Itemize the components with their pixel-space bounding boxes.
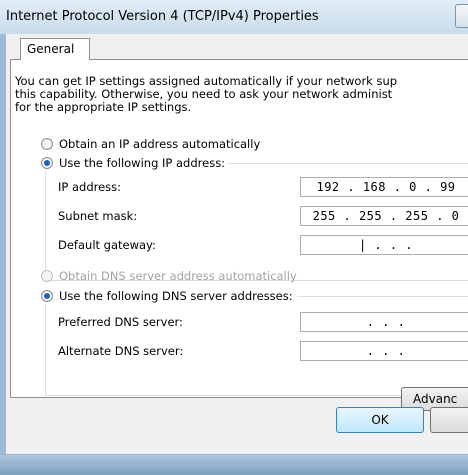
intro-text: You can get IP settings assigned automat…: [15, 75, 468, 114]
use-following-dns-option[interactable]: Use the following DNS server addresses:: [41, 288, 297, 304]
ip-address-label: IP address:: [58, 180, 122, 194]
cancel-button[interactable]: [430, 407, 468, 433]
window-title: Internet Protocol Version 4 (TCP/IPv4) P…: [6, 9, 319, 24]
use-following-ip-option[interactable]: Use the following IP address:: [41, 155, 230, 171]
dns-group-box: Preferred DNS server: . . . Alternate DN…: [45, 296, 468, 396]
default-gateway-label: Default gateway:: [58, 238, 156, 252]
default-gateway-field[interactable]: | . . .: [300, 235, 468, 255]
subnet-mask-label: Subnet mask:: [58, 209, 138, 223]
obtain-dns-auto-radio[interactable]: [41, 270, 53, 282]
use-following-ip-label: Use the following IP address:: [59, 156, 226, 170]
tab-general[interactable]: General: [20, 38, 90, 60]
ok-button[interactable]: OK: [336, 407, 424, 433]
obtain-dns-auto-option[interactable]: Obtain DNS server address automatically: [41, 268, 297, 284]
use-following-dns-radio[interactable]: [41, 290, 53, 302]
intro-line-2: this capability. Otherwise, you need to …: [15, 87, 393, 101]
preferred-dns-field[interactable]: . . .: [300, 312, 468, 332]
ip-group-box: IP address: 192 . 168 . 0 . 99 Subnet ma…: [45, 163, 468, 281]
tab-panel: You can get IP settings assigned automat…: [10, 59, 468, 411]
obtain-ip-auto-label: Obtain an IP address automatically: [59, 137, 261, 151]
taskbar-strip: [0, 455, 468, 475]
title-bar: Internet Protocol Version 4 (TCP/IPv4) P…: [0, 0, 468, 35]
obtain-dns-auto-label: Obtain DNS server address automatically: [59, 269, 297, 283]
alternate-dns-field[interactable]: . . .: [300, 341, 468, 361]
subnet-mask-field[interactable]: 255 . 255 . 255 . 0: [300, 206, 468, 226]
obtain-ip-auto-option[interactable]: Obtain an IP address automatically: [41, 136, 260, 152]
obtain-ip-auto-radio[interactable]: [41, 138, 53, 150]
dialog-body: General You can get IP settings assigned…: [5, 34, 468, 454]
use-following-dns-label: Use the following DNS server addresses:: [59, 289, 293, 303]
use-following-ip-radio[interactable]: [41, 157, 53, 169]
ip-address-field[interactable]: 192 . 168 . 0 . 99: [300, 177, 468, 197]
intro-line-3: for the appropriate IP settings.: [15, 100, 192, 114]
preferred-dns-label: Preferred DNS server:: [58, 315, 183, 329]
close-icon[interactable]: [455, 4, 468, 28]
alternate-dns-label: Alternate DNS server:: [58, 344, 184, 358]
